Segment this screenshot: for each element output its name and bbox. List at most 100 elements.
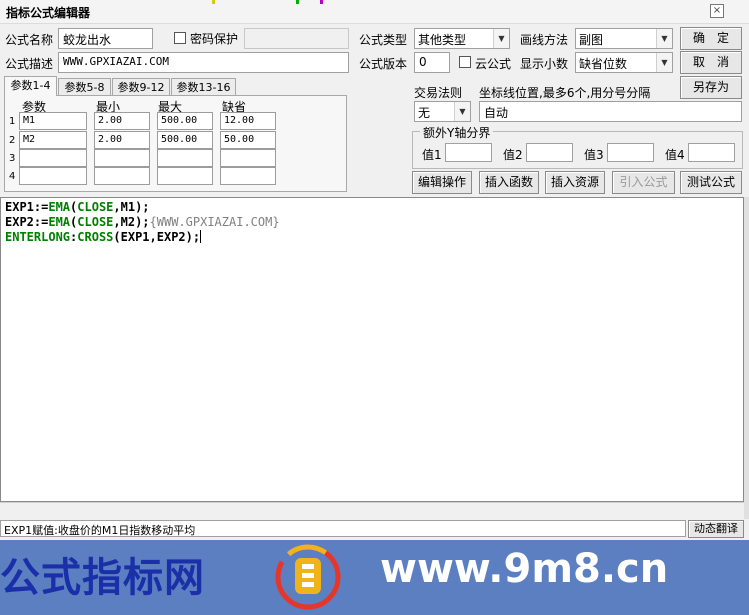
code-line-2: EXP2:=EMA(CLOSE,M2);{WWW.GPXIAZAI.COM} — [5, 215, 280, 229]
draw-method-select[interactable]: 副图 ▼ — [575, 28, 673, 49]
title-decoration — [296, 0, 299, 4]
test-formula-button[interactable]: 测试公式 — [680, 171, 742, 194]
y-value-4-label: 值4 — [665, 148, 685, 162]
password-checkbox[interactable] — [174, 32, 186, 44]
cloud-formula-label: 云公式 — [475, 57, 512, 71]
code-line-3: ENTERLONG:CROSS(EXP1,EXP2); — [5, 230, 202, 244]
insert-function-button[interactable]: 插入函数 — [479, 171, 539, 194]
param-row-number: 4 — [9, 171, 16, 182]
draw-method-label: 画线方法 — [520, 33, 569, 47]
coord-lines-label: 坐标线位置,最多6个,用分号分隔 — [479, 86, 651, 100]
tab-params-5-8[interactable]: 参数5-8 — [58, 78, 111, 96]
site-logo-icon — [275, 544, 341, 610]
param-default-input[interactable]: 50.00 — [220, 131, 276, 149]
code-function-token: CROSS — [77, 230, 114, 244]
formula-type-select[interactable]: 其他类型 ▼ — [414, 28, 510, 49]
code-token: ,M1); — [113, 200, 150, 214]
decimals-value: 缺省位数 — [579, 57, 628, 71]
y-value-2-input[interactable] — [526, 143, 573, 162]
banner-site-name: 公式指标网 — [0, 555, 205, 601]
param-default-input[interactable]: 12.00 — [220, 112, 276, 130]
formula-desc-label: 公式描述 — [5, 57, 54, 71]
decimals-select[interactable]: 缺省位数 ▼ — [575, 52, 673, 73]
trade-rule-value: 无 — [418, 106, 431, 120]
code-comment-token: {WWW.GPXIAZAI.COM} — [149, 215, 280, 229]
import-formula-button[interactable]: 引入公式 — [612, 171, 675, 194]
formula-editor-window: 指标公式编辑器 × 公式名称 蛟龙出水 密码保护 公式类型 其他类型 ▼ 画线方… — [0, 0, 749, 540]
chevron-down-icon: ▼ — [656, 53, 672, 72]
param-row-number: 1 — [9, 116, 16, 127]
code-token: EXP1:= — [5, 200, 49, 214]
text-caret — [200, 230, 202, 243]
param-min-input[interactable]: 2.00 — [94, 112, 150, 130]
y-value-2-label: 值2 — [503, 148, 523, 162]
title-decoration — [320, 0, 323, 4]
formula-type-label: 公式类型 — [359, 33, 408, 47]
draw-method-value: 副图 — [579, 33, 604, 47]
y-axis-group-title: 额外Y轴分界 — [420, 124, 494, 141]
param-max-input[interactable] — [157, 167, 213, 185]
param-default-input[interactable] — [220, 167, 276, 185]
y-value-1-input[interactable] — [445, 143, 492, 162]
edit-operations-button[interactable]: 编辑操作 — [412, 171, 472, 194]
code-editor[interactable]: EXP1:=EMA(CLOSE,M1); EXP2:=EMA(CLOSE,M2)… — [0, 197, 744, 502]
code-token: (EXP1,EXP2); — [113, 230, 201, 244]
coord-lines-input[interactable]: 自动 — [479, 101, 742, 122]
close-button[interactable]: × — [710, 4, 724, 18]
chevron-down-icon: ▼ — [454, 102, 470, 121]
tab-params-9-12[interactable]: 参数9-12 — [112, 78, 170, 96]
formula-version-label: 公式版本 — [359, 57, 408, 71]
param-name-input[interactable] — [19, 149, 87, 167]
cloud-formula-checkbox[interactable] — [459, 56, 471, 68]
tab-params-13-16[interactable]: 参数13-16 — [171, 78, 236, 96]
y-value-1-label: 值1 — [422, 148, 442, 162]
dynamic-translate-button[interactable]: 动态翻译 — [688, 520, 744, 538]
code-token: EXP2:= — [5, 215, 49, 229]
code-function-token: EMA — [48, 200, 71, 214]
insert-resource-button[interactable]: 插入资源 — [545, 171, 605, 194]
code-keyword-token: CLOSE — [77, 215, 114, 229]
code-keyword-token: CLOSE — [77, 200, 114, 214]
formula-desc-input[interactable]: WWW.GPXIAZAI.COM — [58, 52, 349, 73]
param-name-input[interactable]: M2 — [19, 131, 87, 149]
param-max-input[interactable]: 500.00 — [157, 112, 213, 130]
editor-vertical-scrollbar[interactable] — [744, 197, 749, 519]
tab-params-1-4[interactable]: 参数1-4 — [4, 76, 57, 96]
trade-rule-label: 交易法则 — [414, 86, 463, 100]
param-name-input[interactable] — [19, 167, 87, 185]
param-default-input[interactable] — [220, 149, 276, 167]
param-max-input[interactable] — [157, 149, 213, 167]
y-value-4-input[interactable] — [688, 143, 735, 162]
code-keyword-token: ENTERLONG — [5, 230, 71, 244]
param-min-input[interactable] — [94, 149, 150, 167]
window-title: 指标公式编辑器 — [6, 6, 91, 20]
title-decoration — [212, 0, 215, 4]
chevron-down-icon: ▼ — [493, 29, 509, 48]
save-as-button[interactable]: 另存为 — [680, 76, 742, 99]
formula-name-label: 公式名称 — [5, 33, 54, 47]
param-row-number: 2 — [9, 135, 16, 146]
password-label: 密码保护 — [190, 32, 239, 46]
formula-type-value: 其他类型 — [418, 33, 467, 47]
editor-horizontal-scrollbar[interactable] — [0, 502, 744, 519]
password-input[interactable] — [244, 28, 349, 49]
formula-version-input[interactable]: 0 — [414, 52, 450, 73]
code-line-1: EXP1:=EMA(CLOSE,M1); — [5, 200, 150, 214]
param-min-input[interactable]: 2.00 — [94, 131, 150, 149]
decimals-label: 显示小数 — [520, 57, 569, 71]
y-value-3-input[interactable] — [607, 143, 654, 162]
param-max-input[interactable]: 500.00 — [157, 131, 213, 149]
y-value-3-label: 值3 — [584, 148, 604, 162]
param-name-input[interactable]: M1 — [19, 112, 87, 130]
ok-button[interactable]: 确 定 — [680, 27, 742, 50]
title-bar — [0, 0, 749, 24]
param-min-input[interactable] — [94, 167, 150, 185]
chevron-down-icon: ▼ — [656, 29, 672, 48]
code-token: ,M2); — [113, 215, 150, 229]
trade-rule-select[interactable]: 无 ▼ — [414, 101, 471, 122]
cancel-button[interactable]: 取 消 — [680, 51, 742, 74]
banner-url: www.9m8.cn — [380, 546, 669, 592]
status-text: EXP1赋值:收盘价的M1日指数移动平均 — [0, 520, 686, 537]
code-function-token: EMA — [48, 215, 71, 229]
formula-name-input[interactable]: 蛟龙出水 — [58, 28, 153, 49]
